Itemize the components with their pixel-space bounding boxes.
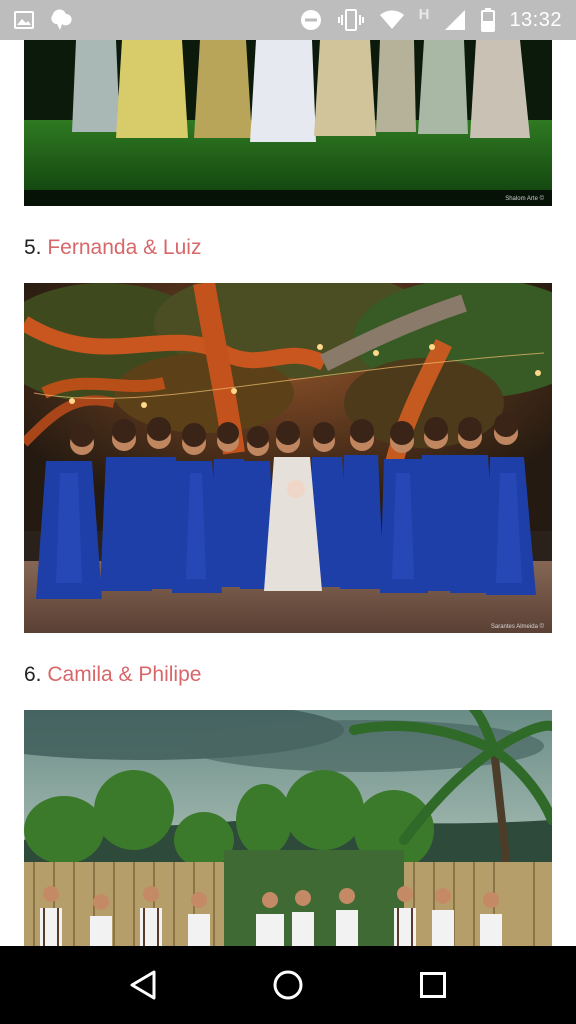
network-type-label: H [418, 5, 430, 23]
wedding-photo-fernanda-luiz: Sarantes Almeida © [24, 283, 552, 633]
status-bar: H 13:32 [0, 0, 576, 40]
back-button[interactable] [111, 953, 175, 1017]
entry-number: 5. [24, 236, 42, 259]
entry-heading-6: 6. Camila & Philipe [24, 663, 201, 687]
image-icon [14, 11, 34, 29]
clock: 13:32 [509, 8, 562, 31]
photo-credit: Shalom Arte © [505, 195, 544, 202]
do-not-disturb-icon [299, 8, 323, 32]
wedding-photo-camila-philipe [24, 710, 552, 946]
app-notification-icon [48, 8, 74, 32]
recents-square-icon [420, 972, 447, 998]
photo-credit: Sarantes Almeida © [491, 623, 545, 630]
recents-button[interactable] [401, 953, 465, 1017]
entry-number: 6. [24, 663, 42, 686]
home-circle-icon [273, 970, 303, 1000]
article-content[interactable]: Shalom Arte © 5. Fernanda & Luiz Sarante… [0, 40, 576, 946]
navigation-bar [0, 946, 576, 1024]
entry-link-fernanda-luiz[interactable]: Fernanda & Luiz [47, 236, 201, 259]
wedding-photo-dresses: Shalom Arte © [24, 40, 552, 206]
entry-heading-5: 5. Fernanda & Luiz [24, 236, 201, 260]
entry-link-camila-philipe[interactable]: Camila & Philipe [47, 663, 201, 686]
wifi-icon [379, 10, 405, 30]
back-triangle-icon [130, 970, 156, 1000]
home-button[interactable] [256, 953, 320, 1017]
vibrate-icon [337, 8, 365, 32]
signal-icon [443, 8, 467, 32]
battery-icon [481, 8, 496, 32]
